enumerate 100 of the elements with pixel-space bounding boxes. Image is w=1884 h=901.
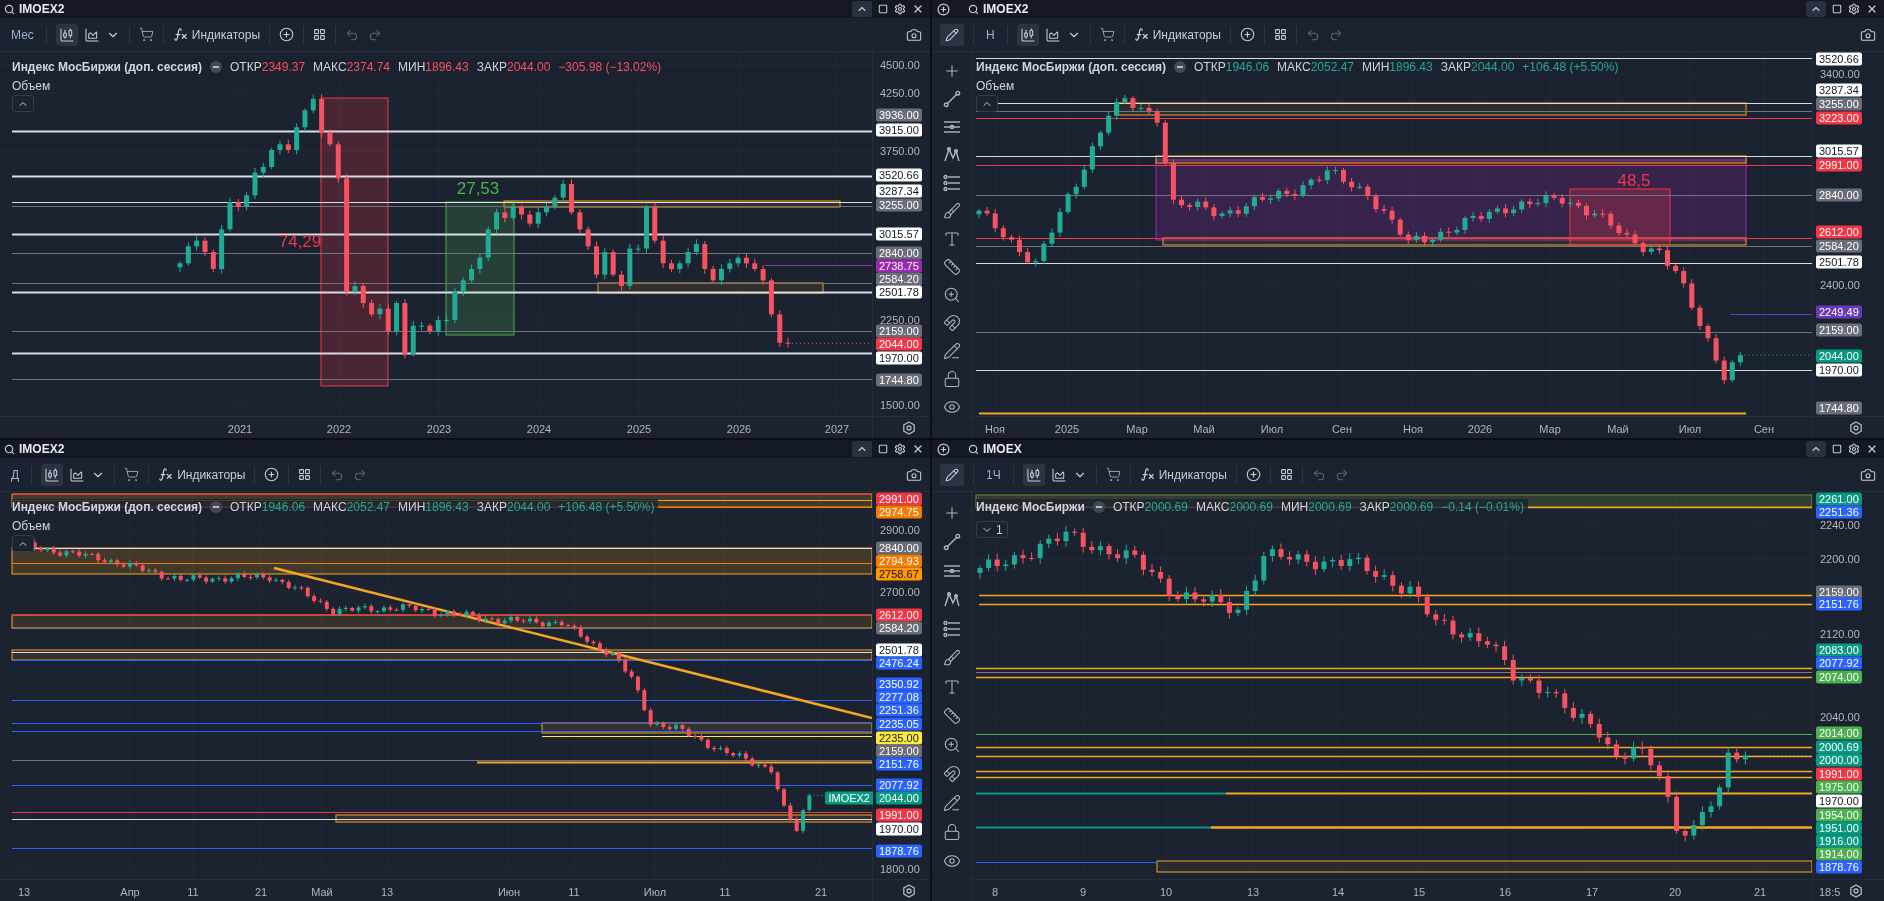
settings-icon[interactable] (1848, 3, 1860, 15)
collapse-button[interactable] (852, 1, 872, 17)
ohlc-label: ОТКР (1194, 59, 1226, 76)
brush-icon[interactable] (942, 649, 961, 667)
trend-line-icon[interactable] (942, 90, 961, 108)
cart-icon[interactable] (124, 467, 140, 482)
lock-icon[interactable] (942, 370, 961, 388)
eye-icon[interactable] (942, 852, 961, 870)
timeframe-button[interactable]: Мес (8, 25, 37, 44)
magnet-icon[interactable] (942, 314, 961, 332)
trend-line-icon[interactable] (942, 533, 961, 551)
camera-icon[interactable] (1860, 26, 1876, 43)
camera-icon[interactable] (1860, 466, 1876, 483)
symbol-button[interactable]: IMOEX (968, 443, 1022, 455)
redo-icon[interactable] (1328, 27, 1343, 42)
minus-circle-icon[interactable] (210, 61, 223, 73)
indicators-button[interactable]: Индикаторы (172, 25, 261, 44)
maximize-icon[interactable] (878, 4, 888, 14)
magnet-icon[interactable] (942, 765, 961, 783)
timeframe-button[interactable]: Д (8, 465, 23, 484)
minus-circle-icon[interactable] (1174, 61, 1187, 73)
horizontal-lines-icon[interactable] (942, 118, 961, 136)
brush-icon[interactable] (942, 202, 961, 220)
settings-icon[interactable] (1848, 443, 1860, 455)
plus-circle-icon[interactable] (1245, 467, 1261, 482)
undo-icon[interactable] (1311, 467, 1326, 482)
collapse-button[interactable] (852, 441, 872, 457)
redo-icon[interactable] (368, 27, 383, 42)
pattern-icon[interactable] (942, 591, 961, 609)
parallel-lines-icon[interactable] (942, 174, 961, 192)
settings-icon[interactable] (901, 883, 916, 898)
undo-icon[interactable] (1305, 27, 1320, 42)
ruler-icon[interactable] (942, 258, 961, 276)
undo-icon[interactable] (330, 467, 345, 482)
pattern-icon[interactable] (942, 146, 961, 164)
settings-icon[interactable] (901, 420, 916, 435)
redo-icon[interactable] (1334, 467, 1349, 482)
chart-style-button[interactable] (41, 463, 64, 486)
zoom-in-icon[interactable] (942, 736, 961, 754)
indicators-button[interactable]: Индикаторы (158, 465, 246, 484)
symbol-button[interactable]: IMOEX2 (4, 3, 65, 15)
collapse-button[interactable] (1806, 1, 1826, 17)
camera-icon[interactable] (906, 26, 922, 43)
indicators-button[interactable]: Индикаторы (1139, 465, 1227, 484)
settings-icon[interactable] (1848, 883, 1863, 898)
maximize-icon[interactable] (878, 444, 888, 454)
measurement-label: 48,5 (1617, 172, 1651, 190)
timeframe-button[interactable]: Н (983, 25, 998, 44)
pencil-icon[interactable] (942, 342, 961, 360)
cart-icon[interactable] (138, 27, 154, 42)
drawing-tools-button[interactable] (940, 23, 964, 46)
redo-icon[interactable] (353, 467, 368, 482)
lock-icon[interactable] (942, 823, 961, 841)
cart-icon[interactable] (1105, 467, 1121, 482)
text-icon[interactable] (942, 678, 961, 696)
camera-icon[interactable] (906, 466, 922, 483)
eye-icon[interactable] (942, 398, 961, 416)
grid-icon[interactable] (313, 28, 327, 41)
add-icon[interactable] (937, 2, 950, 16)
indicators-button[interactable]: Индикаторы (1133, 25, 1221, 44)
undo-icon[interactable] (345, 27, 360, 42)
horizontal-lines-icon[interactable] (942, 562, 961, 580)
parallel-lines-icon[interactable] (942, 620, 961, 638)
symbol-button[interactable]: IMOEX2 (968, 3, 1029, 15)
plus-circle-icon[interactable] (279, 27, 295, 42)
settings-icon[interactable] (894, 443, 906, 455)
pane-toggle-button[interactable] (12, 95, 34, 112)
minus-circle-icon[interactable] (1092, 501, 1105, 513)
timeframe-button[interactable]: 1Ч (983, 465, 1004, 484)
grid-icon[interactable] (1273, 28, 1287, 41)
ruler-icon[interactable] (942, 707, 961, 725)
settings-icon[interactable] (894, 3, 906, 15)
chart-style-button[interactable] (1022, 463, 1045, 486)
pane-toggle-button[interactable] (976, 95, 998, 112)
collapse-button[interactable] (1806, 441, 1826, 457)
maximize-icon[interactable] (1832, 4, 1842, 14)
cart-icon[interactable] (1099, 27, 1115, 42)
ohlc-value: 2374.74 (346, 59, 390, 76)
settings-icon[interactable] (1848, 420, 1863, 435)
grid-icon[interactable] (1279, 468, 1293, 481)
minus-circle-icon[interactable] (210, 501, 223, 513)
pane-toggle-button[interactable]: 1 (976, 521, 1008, 538)
pane-toggle-button[interactable] (12, 535, 34, 552)
pencil-icon[interactable] (942, 794, 961, 812)
plus-circle-icon[interactable] (1239, 27, 1255, 42)
chart-style-button[interactable] (1016, 23, 1039, 46)
drawing-tools-button[interactable] (940, 463, 964, 486)
maximize-icon[interactable] (1832, 444, 1842, 454)
symbol-button[interactable]: IMOEX2 (4, 443, 65, 455)
close-icon[interactable] (912, 3, 924, 15)
plus-circle-icon[interactable] (264, 467, 280, 482)
zoom-in-icon[interactable] (942, 286, 961, 304)
chart-style-button[interactable] (55, 23, 78, 46)
close-icon[interactable] (1866, 443, 1878, 455)
grid-icon[interactable] (298, 468, 312, 481)
close-icon[interactable] (1866, 3, 1878, 15)
time-tick-label: Июл (1260, 422, 1284, 437)
add-icon[interactable] (937, 442, 950, 456)
text-icon[interactable] (942, 230, 961, 248)
close-icon[interactable] (912, 443, 924, 455)
